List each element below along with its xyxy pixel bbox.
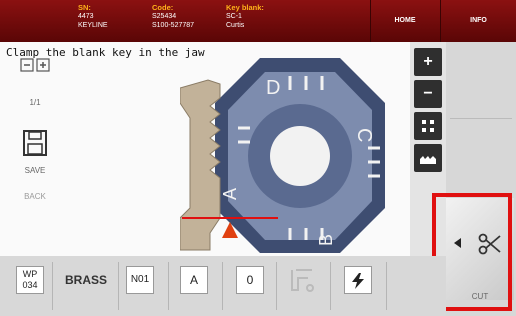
toolbar-divider <box>222 262 223 310</box>
jaw-letter-d: D <box>266 77 280 99</box>
page-arrows-icon <box>20 58 50 72</box>
caliper-icon <box>291 269 314 292</box>
sn-label: SN: <box>78 3 91 12</box>
panel-divider <box>450 118 512 119</box>
header-bar: SN: 4473 KEYLINE Code: S25434 S100-52778… <box>0 0 516 42</box>
material-label[interactable]: BRASS <box>60 266 112 294</box>
offset-zero-button[interactable]: 0 <box>236 266 264 294</box>
toolbar-divider <box>276 262 277 310</box>
sn-value-2: KEYLINE <box>78 22 108 29</box>
key-blank: Key blank: SC-1 Curtis <box>226 3 264 30</box>
serial-number: SN: 4473 KEYLINE <box>78 3 108 30</box>
key-profile-icon <box>420 155 436 164</box>
toolbar-divider <box>386 262 387 310</box>
page-control[interactable] <box>0 58 70 74</box>
toolbar-divider <box>118 262 119 310</box>
floppy-disk-icon <box>23 130 47 156</box>
jaw-letter-c: C <box>353 128 375 142</box>
cut-number-button[interactable]: N01 <box>126 266 154 294</box>
code-value-1: S25434 <box>152 13 177 20</box>
side-a-button[interactable]: A <box>180 266 208 294</box>
key-cutting-screen: SN: 4473 KEYLINE Code: S25434 S100-52778… <box>0 0 516 316</box>
toolbar-divider <box>52 262 53 310</box>
expand-icon <box>422 120 434 133</box>
code-value-2: S100-527787 <box>152 22 195 29</box>
caliper-button[interactable] <box>288 266 316 294</box>
page-indicator: 1/1 <box>29 98 41 107</box>
wp-button[interactable]: WP 034 <box>16 266 44 294</box>
jaw-letter-a: A <box>220 188 240 200</box>
code: Code: S25434 S100-527787 <box>152 3 194 30</box>
profile-view-button[interactable] <box>414 144 442 172</box>
lightning-icon <box>352 272 364 289</box>
jaw-letter-b: B <box>316 234 336 246</box>
fit-view-button[interactable] <box>414 112 442 140</box>
key-blank-value-2: Curtis <box>226 22 245 29</box>
jaw-center <box>270 126 330 186</box>
code-label: Code: <box>152 3 174 12</box>
toolbar-divider <box>168 262 169 310</box>
key-blank-value-1: SC-1 <box>226 13 242 20</box>
zoom-out-button[interactable]: − <box>414 80 442 108</box>
save-button[interactable] <box>0 130 70 158</box>
key-blank-shape <box>180 79 221 251</box>
back-label: BACK <box>24 192 46 201</box>
home-button[interactable]: HOME <box>370 0 440 42</box>
power-cut-button[interactable] <box>344 266 372 294</box>
key-blank-label: Key blank: <box>226 3 264 12</box>
info-button[interactable]: INFO <box>441 0 516 42</box>
zoom-in-button[interactable]: + <box>414 48 442 76</box>
sn-value-1: 4473 <box>78 13 94 20</box>
save-label: SAVE <box>24 166 46 175</box>
jaw-diagram: D C B A <box>180 58 385 253</box>
toolbar-divider <box>330 262 331 310</box>
